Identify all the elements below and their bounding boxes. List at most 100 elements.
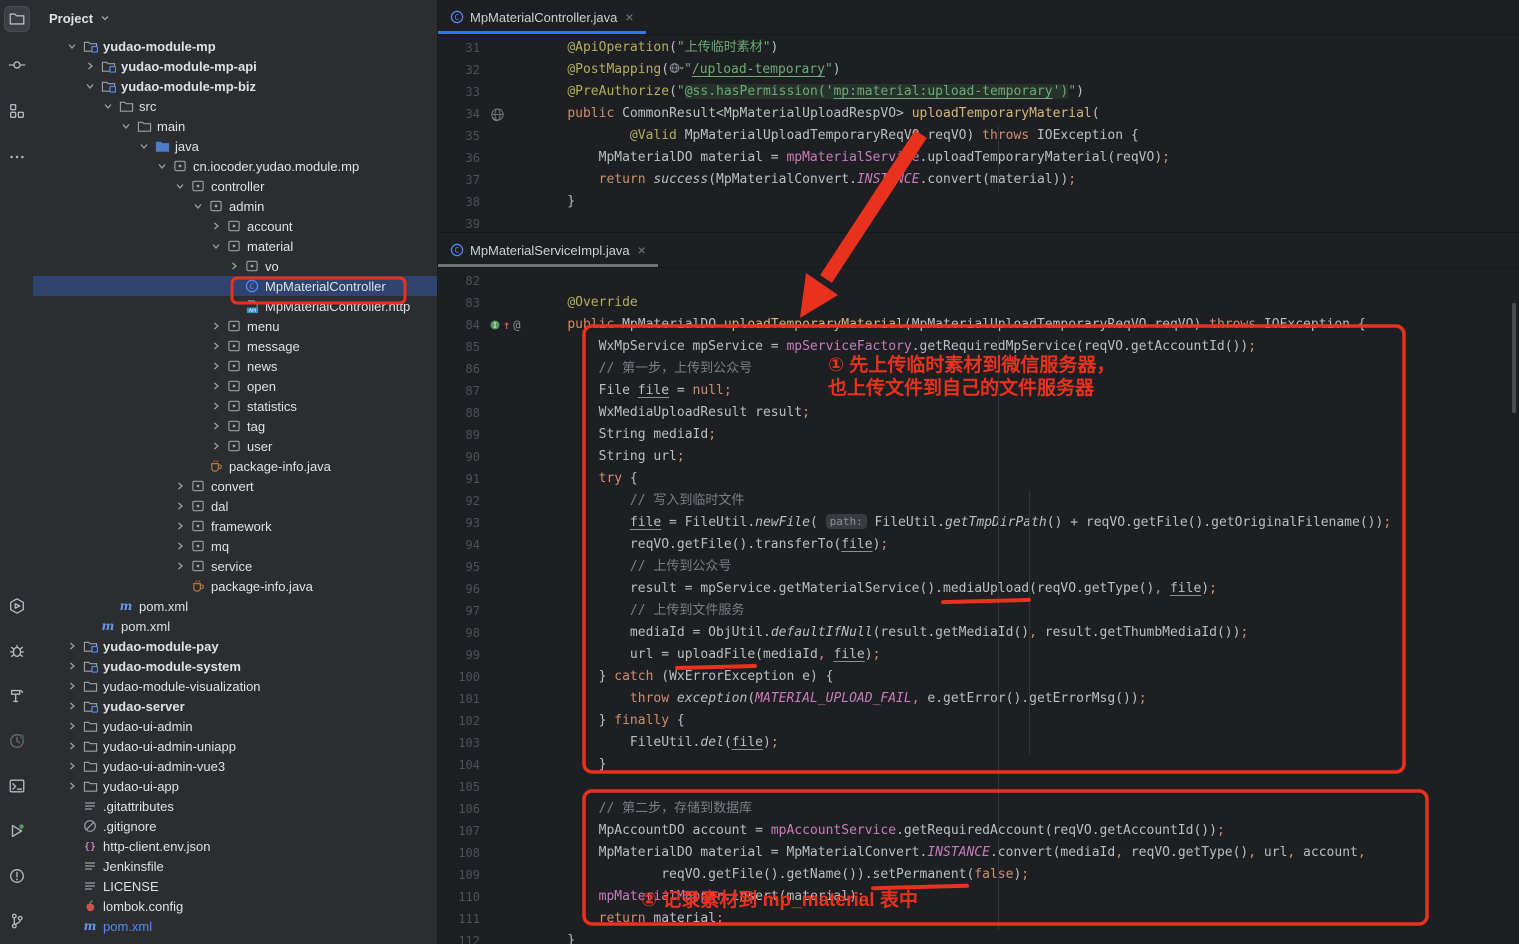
tree-item[interactable]: yudao-module-pay (33, 636, 437, 656)
chevron-right-icon[interactable] (225, 260, 243, 272)
tree-item[interactable]: APIMpMaterialController.http (33, 296, 437, 316)
code-line[interactable]: 32 @PostMapping("/upload-temporary") (438, 59, 1519, 81)
tree-item[interactable]: mpom.xml (33, 596, 437, 616)
code-line[interactable]: 35 @Valid MpMaterialUploadTemporaryReqVO… (438, 125, 1519, 147)
api-gutter-icon[interactable] (484, 107, 536, 122)
problems-icon[interactable] (4, 863, 30, 889)
code-line[interactable]: 99 url = uploadFile(mediaId, file); (438, 644, 1519, 666)
commit-icon[interactable] (4, 52, 30, 78)
chevron-down-icon[interactable] (171, 180, 189, 192)
tree-item[interactable]: yudao-ui-admin-vue3 (33, 756, 437, 776)
code-line[interactable]: 104 } (438, 754, 1519, 776)
chevron-right-icon[interactable] (63, 700, 81, 712)
chevron-right-icon[interactable] (207, 380, 225, 392)
code-line[interactable]: 111 return material; (438, 908, 1519, 930)
code-line[interactable]: 82 (438, 270, 1519, 292)
code-line[interactable]: 112 } (438, 930, 1519, 944)
tree-item[interactable]: mpom.xml (33, 616, 437, 636)
tree-item[interactable]: LICENSE (33, 876, 437, 896)
tree-item[interactable]: cn.iocoder.yudao.module.mp (33, 156, 437, 176)
code-line[interactable]: 110 mpMaterialMapper.insert(material); (438, 886, 1519, 908)
code-line[interactable]: 105 (438, 776, 1519, 798)
chevron-right-icon[interactable] (63, 640, 81, 652)
chevron-right-icon[interactable] (171, 560, 189, 572)
build-icon[interactable] (4, 683, 30, 709)
chevron-right-icon[interactable] (207, 220, 225, 232)
code-line[interactable]: 34 public CommonResult<MpMaterialUploadR… (438, 103, 1519, 125)
code-line[interactable]: 87 File file = null; (438, 380, 1519, 402)
chevron-right-icon[interactable] (81, 60, 99, 72)
chevron-right-icon[interactable] (171, 520, 189, 532)
code-line[interactable]: 37 return success(MpMaterialConvert.INST… (438, 169, 1519, 191)
tree-item[interactable]: tag (33, 416, 437, 436)
close-icon[interactable]: × (638, 242, 646, 258)
tree-item[interactable]: mq (33, 536, 437, 556)
tree-item[interactable]: controller (33, 176, 437, 196)
tree-item[interactable]: .gitignore (33, 816, 437, 836)
chevron-right-icon[interactable] (171, 480, 189, 492)
editor-top[interactable]: C MpMaterialController.java × 31 @ApiOpe… (438, 0, 1519, 232)
chevron-right-icon[interactable] (63, 760, 81, 772)
more-tools-icon[interactable] (4, 144, 30, 170)
chevron-down-icon[interactable] (135, 140, 153, 152)
code-line[interactable]: 94 reqVO.getFile().transferTo(file); (438, 534, 1519, 556)
chevron-right-icon[interactable] (63, 720, 81, 732)
tab-mpmaterialserviceimpl[interactable]: C MpMaterialServiceImpl.java × (438, 233, 658, 267)
chevron-right-icon[interactable] (207, 420, 225, 432)
editor-bottom[interactable]: C MpMaterialServiceImpl.java × 8283 @Ove… (438, 232, 1519, 944)
tree-item[interactable]: mpom.xml (33, 916, 437, 936)
chevron-right-icon[interactable] (207, 360, 225, 372)
code-line[interactable]: 102 } finally { (438, 710, 1519, 732)
tree-item[interactable]: service (33, 556, 437, 576)
structure-icon[interactable] (4, 98, 30, 124)
chevron-right-icon[interactable] (63, 660, 81, 672)
tree-item[interactable]: statistics (33, 396, 437, 416)
tree-item[interactable]: yudao-module-mp-api (33, 56, 437, 76)
code-bottom[interactable]: 8283 @Override84I↑@ public MpMaterialDO … (438, 268, 1519, 944)
chevron-right-icon[interactable] (63, 680, 81, 692)
tree-item[interactable]: open (33, 376, 437, 396)
tree-item[interactable]: account (33, 216, 437, 236)
tree-item[interactable]: yudao-ui-admin (33, 716, 437, 736)
tree-item[interactable]: java (33, 136, 437, 156)
project-panel-header[interactable]: Project (33, 0, 437, 36)
chevron-down-icon[interactable] (81, 80, 99, 92)
chevron-right-icon[interactable] (171, 500, 189, 512)
tree-item[interactable]: yudao-ui-app (33, 776, 437, 796)
project-folder-icon[interactable] (4, 6, 30, 32)
chevron-right-icon[interactable] (207, 400, 225, 412)
services-icon[interactable] (4, 593, 30, 619)
chevron-down-icon[interactable] (99, 100, 117, 112)
tree-item[interactable]: .gitattributes (33, 796, 437, 816)
tree-item[interactable]: main (33, 116, 437, 136)
code-line[interactable]: 92 // 写入到临时文件 (438, 490, 1519, 512)
code-line[interactable]: 83 @Override (438, 292, 1519, 314)
tree-item[interactable]: package-info.java (33, 456, 437, 476)
code-line[interactable]: 86 // 第一步，上传到公众号 (438, 358, 1519, 380)
chevron-right-icon[interactable] (171, 540, 189, 552)
code-line[interactable]: 100 } catch (WxErrorException e) { (438, 666, 1519, 688)
tree-item[interactable]: material (33, 236, 437, 256)
profiler-icon[interactable] (4, 728, 30, 754)
tree-item[interactable]: {}http-client.env.json (33, 836, 437, 856)
url-globe-icon[interactable] (669, 62, 684, 77)
override-gutter-icon[interactable]: I↑@ (484, 319, 536, 331)
tree-item[interactable]: user (33, 436, 437, 456)
chevron-down-icon[interactable] (189, 200, 207, 212)
version-control-icon[interactable] (4, 908, 30, 934)
close-icon[interactable]: × (625, 9, 633, 25)
chevron-right-icon[interactable] (207, 320, 225, 332)
tree-item[interactable]: CMpMaterialController (33, 276, 438, 296)
code-line[interactable]: 84I↑@ public MpMaterialDO uploadTemporar… (438, 314, 1519, 336)
tree-item[interactable]: yudao-module-system (33, 656, 437, 676)
code-line[interactable]: 107 MpAccountDO account = mpAccountServi… (438, 820, 1519, 842)
code-top[interactable]: 31 @ApiOperation("上传临时素材")32 @PostMappin… (438, 35, 1519, 232)
code-line[interactable]: 89 String mediaId; (438, 424, 1519, 446)
chevron-down-icon[interactable] (207, 240, 225, 252)
tree-item[interactable]: yudao-module-mp (33, 36, 437, 56)
code-line[interactable]: 101 throw exception(MATERIAL_UPLOAD_FAIL… (438, 688, 1519, 710)
code-line[interactable]: 90 String url; (438, 446, 1519, 468)
tree-item[interactable]: framework (33, 516, 437, 536)
tree-item[interactable]: menu (33, 316, 437, 336)
chevron-down-icon[interactable] (117, 120, 135, 132)
